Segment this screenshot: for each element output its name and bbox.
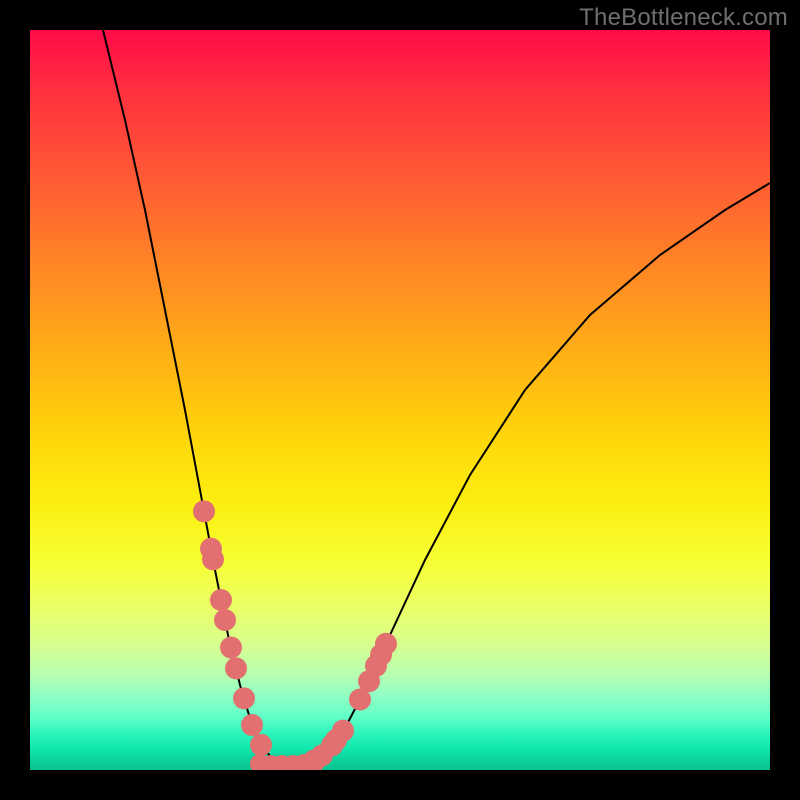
data-point <box>250 734 272 756</box>
data-point <box>233 687 255 709</box>
watermark-text: TheBottleneck.com <box>579 4 788 32</box>
data-points <box>193 500 397 770</box>
curve-left-branch <box>103 30 292 765</box>
chart-frame: TheBottleneck.com <box>0 0 800 800</box>
data-point <box>193 500 215 522</box>
data-point <box>220 637 242 659</box>
data-point <box>241 714 263 736</box>
data-point <box>375 633 397 655</box>
chart-svg <box>30 30 770 770</box>
data-point <box>332 720 354 742</box>
data-point <box>210 589 232 611</box>
data-point <box>202 548 224 570</box>
data-point <box>225 657 247 679</box>
plot-area <box>30 30 770 770</box>
data-point <box>214 609 236 631</box>
